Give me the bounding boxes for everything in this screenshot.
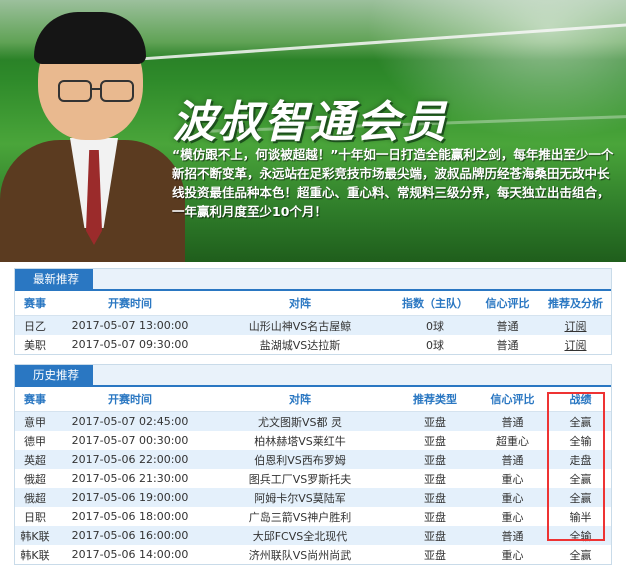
- col-header-match: 对阵: [205, 387, 395, 412]
- type-cell: 亚盘: [395, 488, 475, 507]
- confidence-cell: 重心: [475, 488, 550, 507]
- table-row: 俄超 2017-05-06 21:30:00 图兵工厂VS罗斯托夫 亚盘 重心 …: [15, 469, 611, 488]
- table-row: 俄超 2017-05-06 19:00:00 阿姆卡尔VS莫陆军 亚盘 重心 全…: [15, 488, 611, 507]
- panel-header: 历史推荐: [15, 365, 611, 387]
- type-cell: 亚盘: [395, 431, 475, 450]
- latest-table: 赛事 开赛时间 对阵 指数（主队） 信心评比 推荐及分析 日乙 2017-05-…: [15, 291, 611, 354]
- col-header-type: 推荐类型: [395, 387, 475, 412]
- confidence-cell: 普通: [475, 315, 540, 335]
- confidence-cell: 重心: [475, 507, 550, 526]
- time-cell: 2017-05-06 19:00:00: [55, 488, 205, 507]
- league-cell: 德甲: [15, 431, 55, 450]
- col-header-time: 开赛时间: [55, 291, 205, 316]
- match-cell: 广岛三箭VS神户胜利: [205, 507, 395, 526]
- col-header-match: 对阵: [205, 291, 395, 316]
- panel-header: 最新推荐: [15, 269, 611, 291]
- match-cell: 尤文图斯VS都 灵: [205, 411, 395, 431]
- table-row: 日乙 2017-05-07 13:00:00 山形山神VS名古屋鲸 0球 普通 …: [15, 315, 611, 335]
- match-cell: 山形山神VS名古屋鲸: [205, 315, 395, 335]
- hair: [34, 12, 146, 64]
- league-cell: 俄超: [15, 488, 55, 507]
- glasses-right: [100, 80, 134, 102]
- type-cell: 亚盘: [395, 469, 475, 488]
- league-cell: 日职: [15, 507, 55, 526]
- glasses-left: [58, 80, 92, 102]
- time-cell: 2017-05-07 13:00:00: [55, 315, 205, 335]
- type-cell: 亚盘: [395, 545, 475, 564]
- col-header-analysis: 推荐及分析: [540, 291, 611, 316]
- type-cell: 亚盘: [395, 411, 475, 431]
- history-table: 赛事 开赛时间 对阵 推荐类型 信心评比 战绩 意甲 2017-05-07 02…: [15, 387, 611, 564]
- league-cell: 美职: [15, 335, 55, 354]
- subscribe-link[interactable]: 订阅: [565, 339, 587, 352]
- time-cell: 2017-05-07 09:30:00: [55, 335, 205, 354]
- confidence-cell: 超重心: [475, 431, 550, 450]
- confidence-cell: 重心: [475, 469, 550, 488]
- tab-latest[interactable]: 最新推荐: [15, 269, 93, 289]
- col-header-index: 指数（主队）: [395, 291, 475, 316]
- banner-description: “模仿跟不上，何谈被超越！”十年如一日打造全能赢利之剑，每年推出至少一个新招不断…: [172, 147, 614, 219]
- table-row: 日职 2017-05-06 18:00:00 广岛三箭VS神户胜利 亚盘 重心 …: [15, 507, 611, 526]
- confidence-cell: 普通: [475, 526, 550, 545]
- index-cell: 0球: [395, 335, 475, 354]
- league-cell: 俄超: [15, 469, 55, 488]
- table-row: 美职 2017-05-07 09:30:00 盐湖城VS达拉斯 0球 普通 订阅: [15, 335, 611, 354]
- glasses-bridge: [90, 88, 100, 90]
- result-cell: 全赢: [550, 545, 611, 564]
- table-row: 德甲 2017-05-07 00:30:00 柏林赫塔VS莱红牛 亚盘 超重心 …: [15, 431, 611, 450]
- league-cell: 英超: [15, 450, 55, 469]
- match-cell: 图兵工厂VS罗斯托夫: [205, 469, 395, 488]
- league-cell: 意甲: [15, 411, 55, 431]
- tab-history[interactable]: 历史推荐: [15, 365, 93, 385]
- time-cell: 2017-05-07 02:45:00: [55, 411, 205, 431]
- col-header-confidence: 信心评比: [475, 291, 540, 316]
- match-cell: 盐湖城VS达拉斯: [205, 335, 395, 354]
- table-row: 韩K联 2017-05-06 14:00:00 济州联队VS尚州尚武 亚盘 重心…: [15, 545, 611, 564]
- time-cell: 2017-05-06 18:00:00: [55, 507, 205, 526]
- confidence-cell: 普通: [475, 450, 550, 469]
- time-cell: 2017-05-06 22:00:00: [55, 450, 205, 469]
- type-cell: 亚盘: [395, 526, 475, 545]
- type-cell: 亚盘: [395, 450, 475, 469]
- type-cell: 亚盘: [395, 507, 475, 526]
- table-row: 韩K联 2017-05-06 16:00:00 大邱FCVS全北现代 亚盘 普通…: [15, 526, 611, 545]
- history-recommendations-panel: 历史推荐 赛事 开赛时间 对阵 推荐类型 信心评比 战绩 意甲 2017-05-…: [14, 364, 612, 565]
- col-header-time: 开赛时间: [55, 387, 205, 412]
- member-banner: 波叔智通会员 “模仿跟不上，何谈被超越！”十年如一日打造全能赢利之剑，每年推出至…: [0, 0, 626, 262]
- col-header-league: 赛事: [15, 291, 55, 316]
- time-cell: 2017-05-06 16:00:00: [55, 526, 205, 545]
- index-cell: 0球: [395, 315, 475, 335]
- confidence-cell: 普通: [475, 411, 550, 431]
- presenter-photo: [0, 10, 185, 262]
- match-cell: 柏林赫塔VS莱红牛: [205, 431, 395, 450]
- match-cell: 济州联队VS尚州尚武: [205, 545, 395, 564]
- col-header-league: 赛事: [15, 387, 55, 412]
- banner-title: 波叔智通会员: [172, 97, 448, 148]
- match-cell: 阿姆卡尔VS莫陆军: [205, 488, 395, 507]
- league-cell: 日乙: [15, 315, 55, 335]
- time-cell: 2017-05-06 21:30:00: [55, 469, 205, 488]
- result-column-highlight: [547, 392, 605, 541]
- table-row: 意甲 2017-05-07 02:45:00 尤文图斯VS都 灵 亚盘 普通 全…: [15, 411, 611, 431]
- latest-recommendations-panel: 最新推荐 赛事 开赛时间 对阵 指数（主队） 信心评比 推荐及分析 日乙 201…: [14, 268, 612, 355]
- col-header-confidence: 信心评比: [475, 387, 550, 412]
- time-cell: 2017-05-06 14:00:00: [55, 545, 205, 564]
- match-cell: 伯恩利VS西布罗姆: [205, 450, 395, 469]
- subscribe-link[interactable]: 订阅: [565, 320, 587, 333]
- match-cell: 大邱FCVS全北现代: [205, 526, 395, 545]
- league-cell: 韩K联: [15, 545, 55, 564]
- table-row: 英超 2017-05-06 22:00:00 伯恩利VS西布罗姆 亚盘 普通 走…: [15, 450, 611, 469]
- time-cell: 2017-05-07 00:30:00: [55, 431, 205, 450]
- league-cell: 韩K联: [15, 526, 55, 545]
- confidence-cell: 重心: [475, 545, 550, 564]
- confidence-cell: 普通: [475, 335, 540, 354]
